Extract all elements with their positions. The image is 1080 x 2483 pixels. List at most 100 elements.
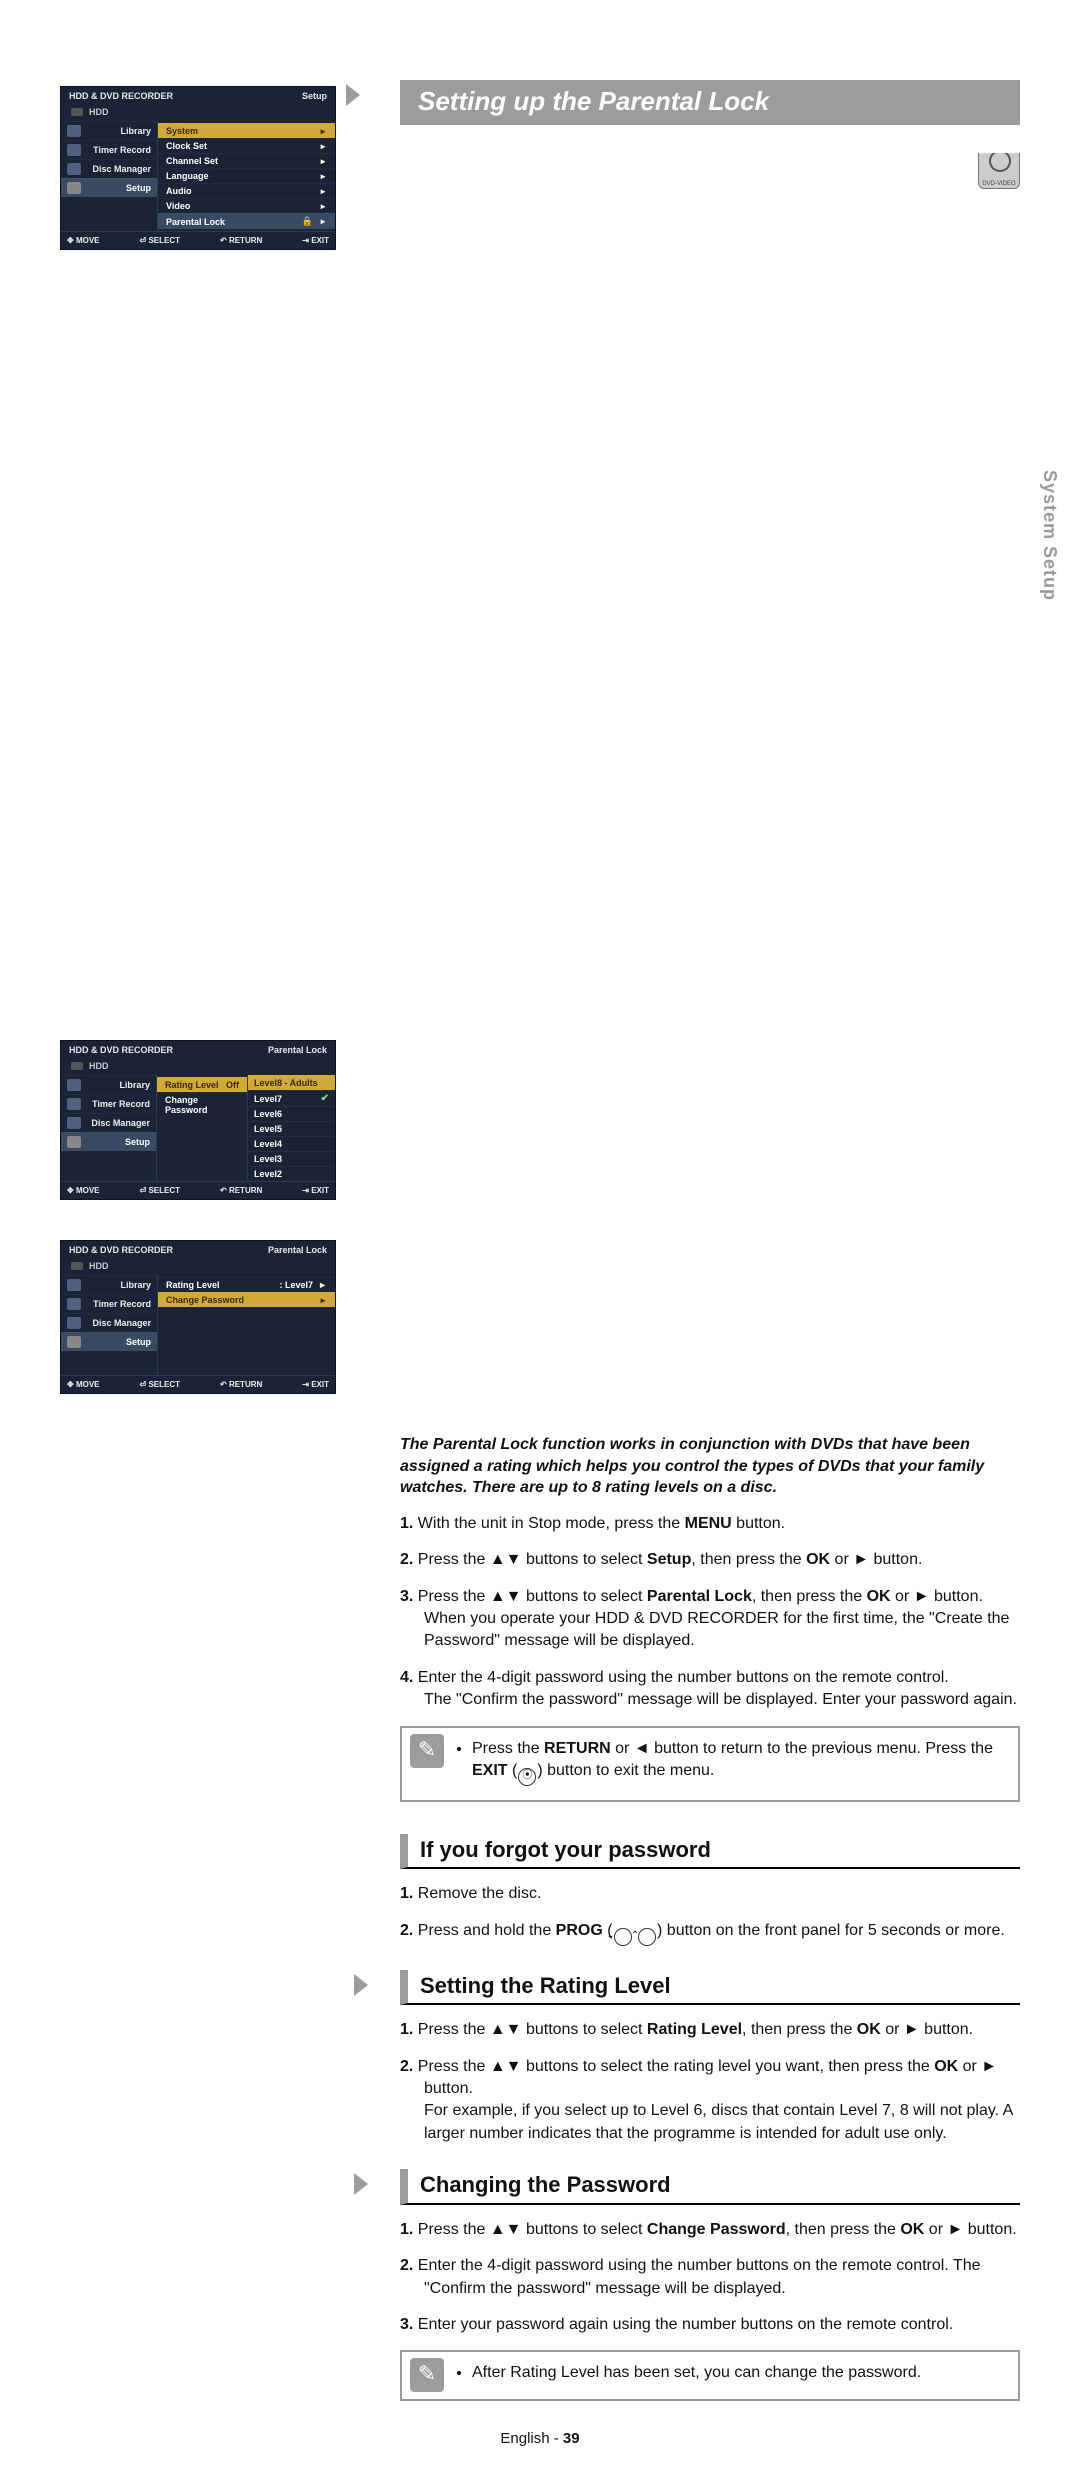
level8: Level8 - Adults — [254, 1078, 318, 1088]
osd-setup-panel: System► Clock Set► Channel Set► Language… — [157, 121, 335, 231]
foot-exit: ⇥ EXIT — [302, 1380, 329, 1389]
foot-move: ✥ MOVE — [67, 1380, 100, 1389]
chevron-right-icon: ► — [319, 127, 327, 136]
menu-language: Language — [166, 171, 209, 181]
foot-exit: ⇥ EXIT — [302, 1186, 329, 1195]
osd-pl-panel: Rating LevelOff Change Password — [156, 1075, 247, 1181]
subheading-rating-level: Setting the Rating Level — [400, 1970, 1020, 2006]
gear-icon — [67, 1136, 81, 1148]
note1-line: Press the RETURN or ◄ button to return t… — [472, 1738, 1004, 1786]
right-column: Setting up the Parental Lock DVD-VIDEO T… — [400, 80, 1020, 2401]
chevron-right-icon: ► — [319, 202, 327, 211]
sidebar-item-library: Library — [87, 126, 151, 136]
chevron-right-icon: ► — [319, 172, 327, 181]
osd-rating-level: HDD & DVD RECORDER Parental Lock HDD Lib… — [60, 1040, 336, 1200]
disc-icon — [67, 163, 81, 175]
changepw-step3: Enter your password again using the numb… — [400, 2314, 1020, 2336]
chevron-right-icon: ► — [319, 142, 327, 151]
osd-setup-menu: HDD & DVD RECORDER Setup HDD Library Tim… — [60, 86, 336, 250]
library-icon — [67, 1279, 81, 1291]
prog-up-icon: ⌃ — [638, 1928, 656, 1946]
sidebar-item-disc: Disc Manager — [87, 1118, 150, 1128]
exit-icon: ⦿ — [518, 1768, 536, 1786]
page-footer: English - 39 — [0, 2430, 1080, 2447]
foot-select: ⏎ SELECT — [140, 1380, 181, 1389]
sidebar-item-setup: Setup — [87, 1337, 151, 1347]
hdd-icon — [71, 1062, 83, 1070]
note2-line: After Rating Level has been set, you can… — [472, 2362, 1004, 2384]
prog-down-icon: ⌄ — [614, 1928, 632, 1946]
rating-step2: Press the ▲▼ buttons to select the ratin… — [400, 2056, 1020, 2146]
level7: Level7 — [254, 1094, 282, 1104]
menu-video: Video — [166, 201, 190, 211]
menu-parental-lock: Parental Lock — [166, 217, 225, 227]
osd-hdd-label: HDD — [89, 1061, 109, 1071]
forgot-steps: Remove the disc. Press and hold the PROG… — [400, 1883, 1020, 1945]
timer-icon — [67, 1298, 81, 1310]
chevron-right-icon: ► — [319, 187, 327, 196]
menu-audio: Audio — [166, 186, 192, 196]
chevron-right-icon: ► — [319, 217, 327, 226]
side-tab-label: System Setup — [1039, 470, 1060, 601]
sidebar-item-setup: Setup — [87, 1137, 150, 1147]
rating-level-value: Off — [226, 1080, 239, 1090]
check-icon: ✔ — [321, 1093, 329, 1104]
changepw-step1: Press the ▲▼ buttons to select Change Pa… — [400, 2219, 1020, 2241]
dvd-video-icon: DVD-VIDEO — [978, 153, 1020, 189]
foot-exit: ⇥ EXIT — [302, 236, 329, 245]
subheading-change-password: Changing the Password — [400, 2169, 1020, 2205]
osd-hdd-label: HDD — [89, 1261, 109, 1271]
subheading-forgot-password: If you forgot your password — [400, 1834, 1020, 1870]
disc-icon — [67, 1317, 81, 1329]
osd-title: HDD & DVD RECORDER — [69, 1045, 173, 1055]
osd-hdd-label: HDD — [89, 107, 109, 117]
osd-pl-panel: Rating Level: Level7 ► Change Password► — [157, 1275, 335, 1375]
timer-icon — [67, 1098, 81, 1110]
sidebar-item-disc: Disc Manager — [87, 164, 151, 174]
step1: With the unit in Stop mode, press the ME… — [400, 1513, 1020, 1535]
timer-icon — [67, 144, 81, 156]
osd-corner: Parental Lock — [268, 1245, 327, 1255]
forgot-step2: Press and hold the PROG (⌄ ⌃) button on … — [400, 1920, 1020, 1946]
chevron-right-icon: ► — [319, 1296, 327, 1305]
sidebar-item-timer: Timer Record — [87, 1099, 150, 1109]
menu-rating-level: Rating Level — [166, 1280, 220, 1290]
forgot-step1: Remove the disc. — [400, 1883, 1020, 1905]
level2: Level2 — [254, 1169, 282, 1179]
sidebar-item-setup: Setup — [87, 183, 151, 193]
osd-sidebar: Library Timer Record Disc Manager Setup — [61, 121, 157, 231]
note-after-rating: After Rating Level has been set, you can… — [400, 2350, 1020, 2400]
osd-title: HDD & DVD RECORDER — [69, 1245, 173, 1255]
osd-sidebar: Library Timer Record Disc Manager Setup — [61, 1275, 157, 1375]
level3: Level3 — [254, 1154, 282, 1164]
rating-steps: Press the ▲▼ buttons to select Rating Le… — [400, 2019, 1020, 2145]
menu-clock-set: Clock Set — [166, 141, 207, 151]
sidebar-item-timer: Timer Record — [87, 145, 151, 155]
main-steps: With the unit in Stop mode, press the ME… — [400, 1513, 1020, 1712]
step3: Press the ▲▼ buttons to select Parental … — [400, 1586, 1020, 1653]
osd-corner: Setup — [302, 91, 327, 101]
foot-return: ↶ RETURN — [220, 1186, 262, 1195]
sidebar-item-disc: Disc Manager — [87, 1318, 151, 1328]
osd-corner: Parental Lock — [268, 1045, 327, 1055]
level5: Level5 — [254, 1124, 282, 1134]
foot-select: ⏎ SELECT — [140, 1186, 181, 1195]
foot-move: ✥ MOVE — [67, 1186, 100, 1195]
changepw-step2: Enter the 4-digit password using the num… — [400, 2255, 1020, 2300]
lock-icon: 🔒 — [302, 216, 313, 227]
intro-text: The Parental Lock function works in conj… — [400, 1434, 1020, 1499]
step4: Enter the 4-digit password using the num… — [400, 1667, 1020, 1712]
osd-footbar: ✥ MOVE ⏎ SELECT ↶ RETURN ⇥ EXIT — [61, 1181, 335, 1199]
level6: Level6 — [254, 1109, 282, 1119]
level4: Level4 — [254, 1139, 282, 1149]
note-return-exit: Press the RETURN or ◄ button to return t… — [400, 1726, 1020, 1802]
menu-channel-set: Channel Set — [166, 156, 218, 166]
osd-footbar: ✥ MOVE ⏎ SELECT ↶ RETURN ⇥ EXIT — [61, 1375, 335, 1393]
sidebar-item-library: Library — [87, 1080, 150, 1090]
gear-icon — [67, 182, 81, 194]
menu-change-password: Change Password — [165, 1095, 239, 1115]
chevron-right-icon: ► — [319, 157, 327, 166]
osd-footbar: ✥ MOVE ⏎ SELECT ↶ RETURN ⇥ EXIT — [61, 231, 335, 249]
osd-sidebar: Library Timer Record Disc Manager Setup — [61, 1075, 156, 1181]
disc-icon — [67, 1117, 81, 1129]
